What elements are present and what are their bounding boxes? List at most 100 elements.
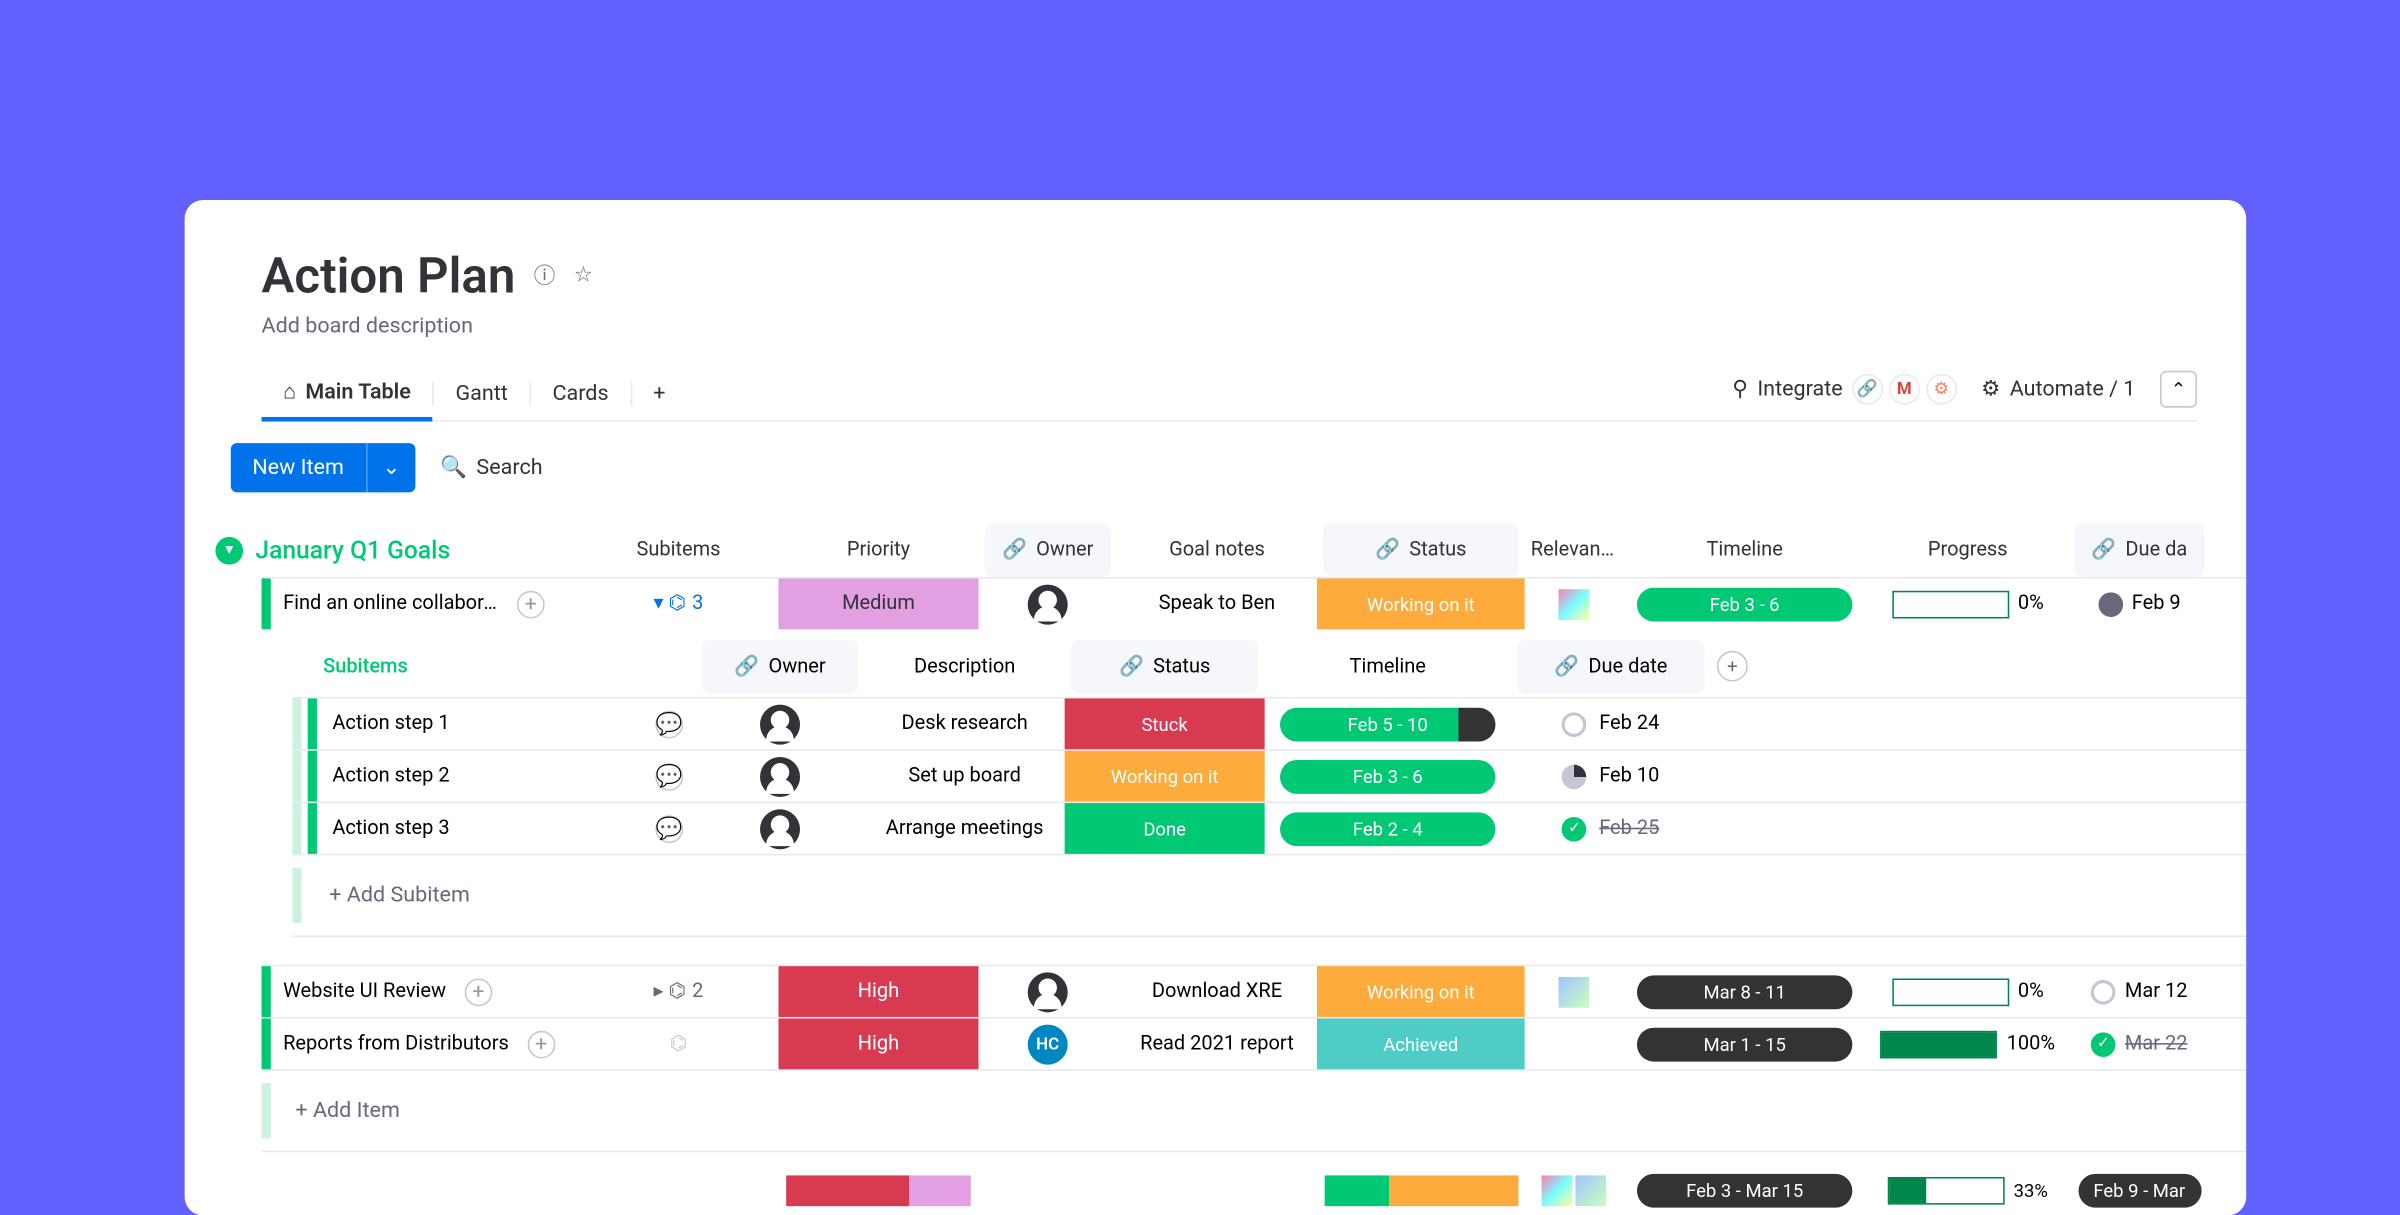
collapse-header-button[interactable]: ⌃ (2160, 370, 2197, 407)
add-item-button[interactable]: + Add Item (262, 1069, 2247, 1152)
owner-avatar[interactable] (1028, 584, 1068, 624)
subitems-toggle[interactable]: ▾ ⌬ 3 (654, 592, 704, 615)
status-cell[interactable]: Working on it (1317, 578, 1525, 629)
subitem-row[interactable]: Action step 1 💬 Desk research Stuck Feb 5… (292, 697, 2246, 749)
tab-cards[interactable]: Cards (531, 368, 630, 417)
add-tab-button[interactable]: + (632, 368, 687, 417)
item-name[interactable]: Find an online collaborat… (283, 592, 498, 615)
info-icon[interactable]: ⓘ (534, 260, 556, 291)
expand-icon[interactable]: + (464, 978, 492, 1006)
owner-avatar[interactable] (1028, 972, 1068, 1012)
relevant-thumb[interactable] (1558, 976, 1589, 1007)
subitem-row[interactable]: Action step 2 💬 Set up board Working on i… (292, 749, 2246, 801)
status-cell[interactable]: Achieved (1317, 1018, 1525, 1069)
timeline-pill[interactable]: Feb 3 - 6 (1280, 759, 1495, 793)
sub-col-desc[interactable]: Description (865, 639, 1065, 693)
expand-icon[interactable]: + (527, 1030, 555, 1058)
status-cell[interactable]: Working on it (1065, 751, 1265, 802)
board-card: Action Plan ⓘ ☆ Add board description ⌂ … (185, 200, 2247, 1215)
sub-col-due[interactable]: 🔗Due date (1517, 639, 1705, 693)
search-button[interactable]: 🔍 Search (440, 455, 542, 480)
sub-col-status[interactable]: 🔗Status (1071, 639, 1259, 693)
due-date[interactable]: Feb 24 (1599, 712, 1659, 735)
tab-gantt[interactable]: Gantt (434, 368, 529, 417)
owner-avatar[interactable]: HC (1028, 1024, 1068, 1064)
col-progress[interactable]: Progress (1868, 523, 2068, 577)
col-owner[interactable]: 🔗Owner (985, 523, 1111, 577)
priority-cell[interactable]: Medium (778, 578, 978, 629)
col-due[interactable]: 🔗Due da (2074, 523, 2205, 577)
progress-cell[interactable]: 0% (1868, 578, 2068, 629)
new-item-button[interactable]: New Item ⌄ (231, 443, 416, 492)
robot-icon: ⚙ (1981, 376, 2000, 401)
due-date[interactable]: Feb 25 (1599, 817, 1659, 840)
board-subtitle[interactable]: Add board description (262, 314, 2197, 339)
col-timeline[interactable]: Timeline (1622, 523, 1868, 577)
tab-main-table[interactable]: ⌂ Main Table (262, 366, 433, 421)
add-subitem-button[interactable]: + Add Subitem (292, 854, 2246, 937)
new-item-dropdown[interactable]: ⌄ (365, 443, 415, 492)
link-icon: 🔗 (2091, 538, 2116, 561)
col-status[interactable]: 🔗Status (1323, 523, 1518, 577)
status-cell[interactable]: Done (1065, 803, 1265, 854)
owner-avatar[interactable] (760, 808, 800, 848)
subitem-name[interactable]: Action step 1 (332, 712, 449, 735)
due-date[interactable]: Feb 10 (1599, 765, 1659, 788)
owner-avatar[interactable] (760, 756, 800, 796)
automate-button[interactable]: ⚙ Automate / 1 (1981, 376, 2135, 401)
table-row[interactable]: Find an online collaborat… + ▾ ⌬ 3 Mediu… (262, 577, 2247, 629)
collapse-group-icon[interactable]: ▾ (215, 536, 243, 564)
owner-avatar[interactable] (760, 704, 800, 744)
col-subitems[interactable]: Subitems (578, 523, 778, 577)
integrate-button[interactable]: ⚲ Integrate 🔗 M ⚙ (1732, 373, 1956, 404)
priority-cell[interactable]: High (778, 1018, 978, 1069)
status-cell[interactable]: Stuck (1065, 698, 1265, 749)
group-title[interactable]: ▾ January Q1 Goals (215, 535, 578, 564)
sub-col-owner[interactable]: 🔗Owner (702, 639, 859, 693)
notes-cell[interactable]: Speak to Ben (1117, 578, 1317, 629)
relevant-thumb[interactable] (1558, 588, 1589, 619)
col-priority[interactable]: Priority (778, 523, 978, 577)
due-date[interactable]: Feb 9 (2132, 592, 2181, 615)
add-column-icon[interactable]: + (1717, 651, 1748, 682)
col-relevant[interactable]: Relevant F… (1525, 523, 1622, 577)
star-icon[interactable]: ☆ (574, 263, 593, 288)
timeline-pill[interactable]: Feb 2 - 4 (1280, 812, 1495, 846)
table-row[interactable]: Reports from Distributors + ⌬ High HC Re… (262, 1017, 2247, 1069)
timeline-pill[interactable]: Feb 3 - 6 (1637, 587, 1852, 621)
subitems-icon[interactable]: ⌬ (670, 1032, 687, 1055)
chat-icon[interactable]: 💬 (655, 815, 683, 843)
subitems-toggle[interactable]: ▸ ⌬ 2 (654, 980, 704, 1003)
progress-cell[interactable]: 0% (1868, 966, 2068, 1017)
status-cell[interactable]: Working on it (1317, 966, 1525, 1017)
col-goal-notes[interactable]: Goal notes (1117, 523, 1317, 577)
subitem-name[interactable]: Action step 3 (332, 817, 449, 840)
progress-cell[interactable]: 100% (1868, 1018, 2068, 1069)
chat-icon[interactable]: 💬 (655, 710, 683, 738)
integrate-label: Integrate (1757, 376, 1842, 401)
subitem-name[interactable]: Action step 2 (332, 765, 449, 788)
integration-icon-3: ⚙ (1926, 373, 1957, 404)
desc-cell[interactable]: Desk research (865, 698, 1065, 749)
due-date[interactable]: Mar 22 (2125, 1032, 2188, 1055)
table-row[interactable]: Website UI Review + ▸ ⌬ 2 High Download … (262, 965, 2247, 1017)
expand-icon[interactable]: + (517, 590, 545, 618)
timeline-pill[interactable]: Mar 1 - 15 (1637, 1027, 1852, 1061)
due-summary: Feb 9 - Mar (2078, 1174, 2201, 1208)
check-icon: ✓ (2091, 1032, 2116, 1057)
due-date[interactable]: Mar 12 (2125, 980, 2188, 1003)
priority-cell[interactable]: High (778, 966, 978, 1017)
item-name[interactable]: Website UI Review (283, 980, 446, 1003)
notes-cell[interactable]: Read 2021 report (1117, 1018, 1317, 1069)
chat-icon[interactable]: 💬 (655, 762, 683, 790)
board-title[interactable]: Action Plan (262, 246, 516, 304)
item-name[interactable]: Reports from Distributors (283, 1032, 509, 1055)
desc-cell[interactable]: Set up board (865, 751, 1065, 802)
due-progress-icon (1562, 764, 1587, 789)
sub-col-timeline[interactable]: Timeline (1265, 639, 1511, 693)
desc-cell[interactable]: Arrange meetings (865, 803, 1065, 854)
subitem-row[interactable]: Action step 3 💬 Arrange meetings Done Feb… (292, 802, 2246, 854)
notes-cell[interactable]: Download XRE (1117, 966, 1317, 1017)
timeline-pill[interactable]: Mar 8 - 11 (1637, 975, 1852, 1009)
timeline-pill[interactable]: Feb 5 - 10 (1280, 707, 1495, 741)
